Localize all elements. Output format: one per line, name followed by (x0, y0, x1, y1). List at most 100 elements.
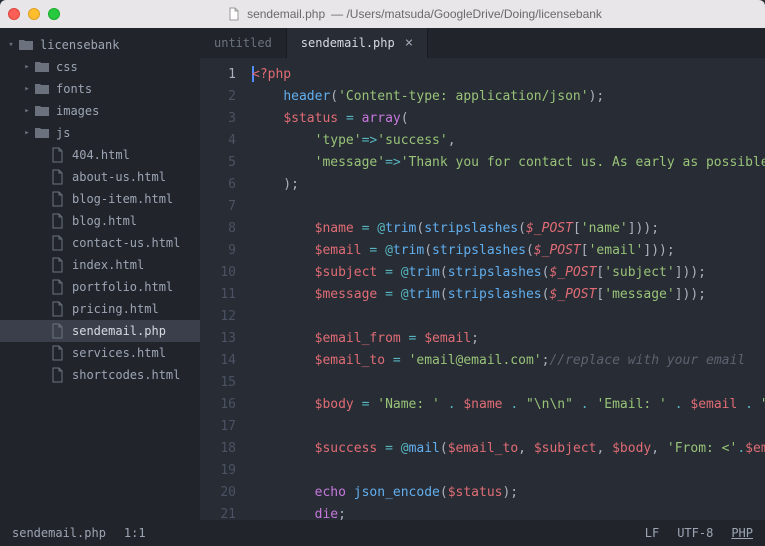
line-number: 8 (200, 218, 236, 240)
code-line[interactable]: $email_to = 'email@email.com';//replace … (246, 350, 765, 372)
status-language[interactable]: PHP (731, 526, 753, 540)
editor-tab[interactable]: sendemail.php × (287, 28, 428, 58)
title-filename: sendemail.php (247, 7, 325, 21)
line-number: 16 (200, 394, 236, 416)
tree-file-label: blog.html (72, 214, 194, 228)
close-window-button[interactable] (8, 8, 20, 20)
tree-folder[interactable]: ▸images (0, 100, 200, 122)
tree-file-label: 404.html (72, 148, 194, 162)
code-line[interactable] (246, 416, 765, 438)
line-number: 1 (200, 64, 236, 86)
code-line[interactable]: $message = @trim(stripslashes($_POST['me… (246, 284, 765, 306)
code-line[interactable]: <?php (246, 64, 765, 86)
file-icon (50, 235, 66, 251)
tree-file-label: shortcodes.html (72, 368, 194, 382)
file-icon (50, 147, 66, 163)
window-title: sendemail.php — /Users/matsuda/GoogleDri… (72, 7, 757, 21)
status-line-ending[interactable]: LF (645, 526, 659, 540)
code-line[interactable]: $email = @trim(stripslashes($_POST['emai… (246, 240, 765, 262)
line-number: 19 (200, 460, 236, 482)
line-number: 4 (200, 130, 236, 152)
tree-root-folder[interactable]: ▾ licensebank (0, 34, 200, 56)
window-titlebar: sendemail.php — /Users/matsuda/GoogleDri… (0, 0, 765, 28)
tree-file[interactable]: services.html (0, 342, 200, 364)
folder-icon (34, 103, 50, 119)
status-bar: sendemail.php 1:1 LF UTF-8 PHP (0, 520, 765, 546)
editor-tab[interactable]: untitled (200, 28, 287, 58)
tree-folder-label: css (56, 60, 194, 74)
tree-file-label: sendemail.php (72, 324, 194, 338)
tree-file[interactable]: portfolio.html (0, 276, 200, 298)
file-icon (50, 257, 66, 273)
code-line[interactable] (246, 460, 765, 482)
file-icon (50, 191, 66, 207)
traffic-lights (8, 8, 60, 20)
tree-file[interactable]: about-us.html (0, 166, 200, 188)
tree-file[interactable]: sendemail.php (0, 320, 200, 342)
tree-folder[interactable]: ▸ fonts (0, 78, 200, 100)
tree-folder[interactable]: ▸ js (0, 122, 200, 144)
chevron-right-icon: ▸ (22, 128, 32, 138)
line-number: 13 (200, 328, 236, 350)
tree-file[interactable]: blog.html (0, 210, 200, 232)
code-line[interactable]: header('Content-type: application/json')… (246, 86, 765, 108)
code-line[interactable]: die; (246, 504, 765, 520)
code-line[interactable]: $body = 'Name: ' . $name . "\n\n" . 'Ema… (246, 394, 765, 416)
tree-file[interactable]: 404.html (0, 144, 200, 166)
minimize-window-button[interactable] (28, 8, 40, 20)
editor-pane: untitledsendemail.php× 12345678910111213… (200, 28, 765, 520)
chevron-right-icon: ▸ (22, 106, 32, 116)
status-filename[interactable]: sendemail.php (12, 526, 106, 540)
tree-root-label: licensebank (40, 38, 194, 52)
code-area[interactable]: <?php header('Content-type: application/… (246, 58, 765, 520)
tree-file[interactable]: shortcodes.html (0, 364, 200, 386)
line-number: 15 (200, 372, 236, 394)
status-cursor-position[interactable]: 1:1 (124, 526, 146, 540)
code-line[interactable]: $success = @mail($email_to, $subject, $b… (246, 438, 765, 460)
tree-file-label: blog-item.html (72, 192, 194, 206)
line-number: 10 (200, 262, 236, 284)
line-number: 9 (200, 240, 236, 262)
code-line[interactable]: $name = @trim(stripslashes($_POST['name'… (246, 218, 765, 240)
line-number: 17 (200, 416, 236, 438)
tree-file[interactable]: index.html (0, 254, 200, 276)
tree-folder[interactable]: ▸css (0, 56, 200, 78)
file-icon (50, 213, 66, 229)
file-icon (50, 323, 66, 339)
tab-label: sendemail.php (301, 36, 395, 50)
line-number: 14 (200, 350, 236, 372)
tree-folder-label: js (56, 126, 194, 140)
code-line[interactable]: 'type'=>'success', (246, 130, 765, 152)
file-icon (50, 169, 66, 185)
code-line[interactable]: echo json_encode($status); (246, 482, 765, 504)
tree-file[interactable]: blog-item.html (0, 188, 200, 210)
file-tree-sidebar[interactable]: ▾ licensebank ▸css▸fonts▸images▸js 404.h… (0, 28, 200, 520)
code-line[interactable]: 'message'=>'Thank you for contact us. As… (246, 152, 765, 174)
maximize-window-button[interactable] (48, 8, 60, 20)
code-line[interactable]: ); (246, 174, 765, 196)
code-line[interactable] (246, 372, 765, 394)
chevron-down-icon: ▾ (6, 40, 16, 50)
folder-icon (34, 125, 50, 141)
tree-file-label: portfolio.html (72, 280, 194, 294)
tab-bar: untitled sendemail.php × (200, 28, 765, 58)
code-line[interactable]: $email_from = $email; (246, 328, 765, 350)
tree-file-label: pricing.html (72, 302, 194, 316)
code-line[interactable]: $subject = @trim(stripslashes($_POST['su… (246, 262, 765, 284)
chevron-right-icon: ▸ (22, 84, 32, 94)
line-number: 21 (200, 504, 236, 520)
tree-file[interactable]: contact-us.html (0, 232, 200, 254)
tree-file[interactable]: pricing.html (0, 298, 200, 320)
code-line[interactable]: $status = array( (246, 108, 765, 130)
code-line[interactable] (246, 196, 765, 218)
close-icon[interactable]: × (405, 35, 413, 51)
status-encoding[interactable]: UTF-8 (677, 526, 713, 540)
code-editor[interactable]: 123456789101112131415161718192021 <?php … (200, 58, 765, 520)
line-number: 18 (200, 438, 236, 460)
code-line[interactable] (246, 306, 765, 328)
file-icon (227, 7, 241, 21)
line-number: 20 (200, 482, 236, 504)
tree-file-label: index.html (72, 258, 194, 272)
tree-folder-label: fonts (56, 82, 194, 96)
line-number: 7 (200, 196, 236, 218)
